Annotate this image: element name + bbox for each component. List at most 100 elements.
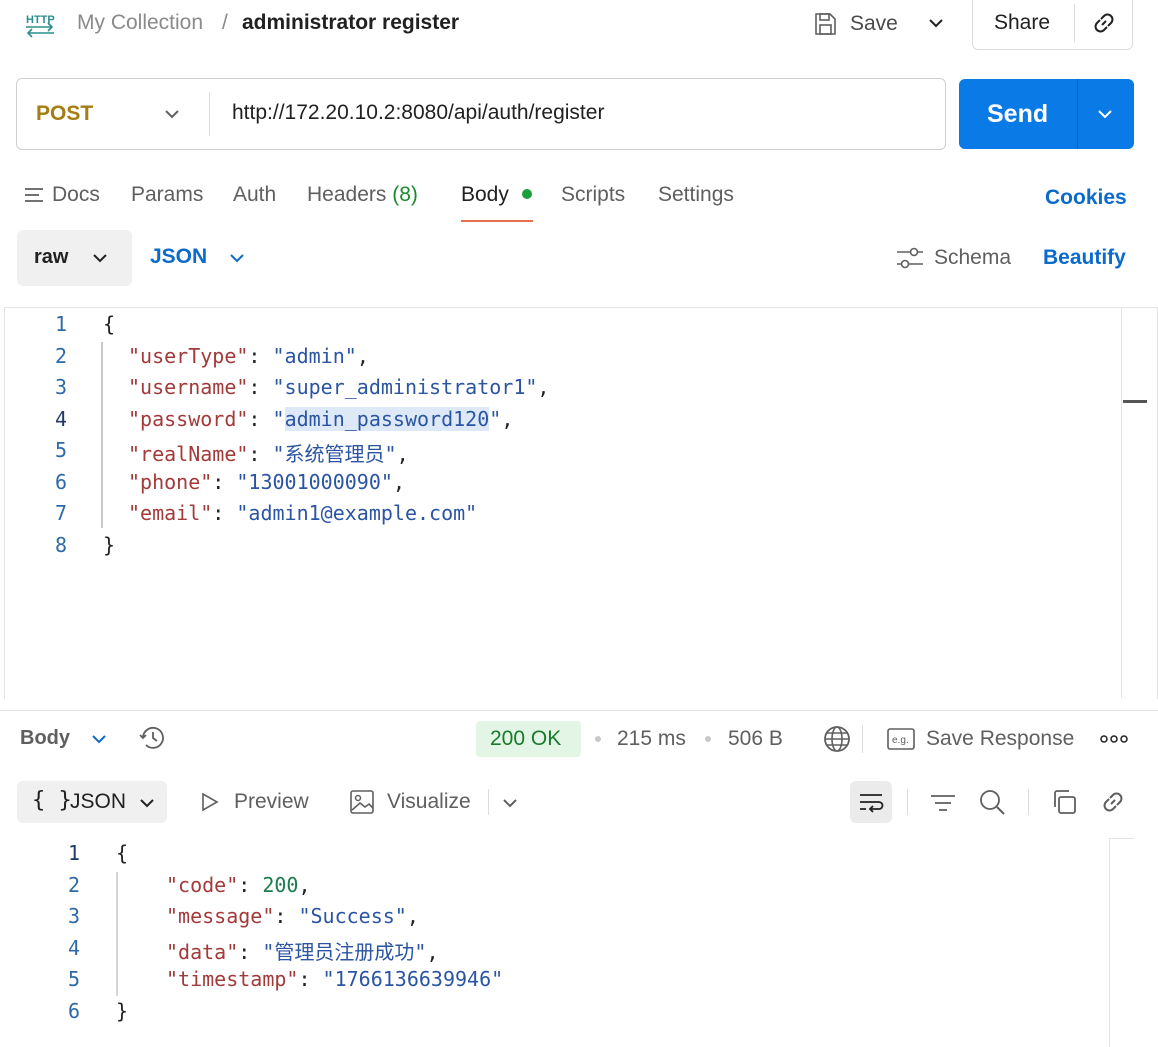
tab-headers[interactable]: Headers (8) — [307, 183, 418, 207]
line-number: 8 — [54, 533, 67, 557]
response-scrollbar[interactable] — [1109, 838, 1110, 1047]
json-comma: , — [501, 407, 514, 431]
share-button[interactable]: Share — [994, 11, 1050, 35]
chevron-down-icon[interactable] — [499, 792, 521, 814]
code-line: "phone": "13001000090", — [128, 470, 405, 494]
divider — [488, 789, 489, 815]
tab-docs[interactable]: Docs — [52, 183, 100, 207]
beautify-button[interactable]: Beautify — [1043, 246, 1126, 270]
json-key: "password" — [128, 407, 249, 431]
code-line: "realName": "系统管理员", — [128, 442, 409, 466]
method-select[interactable]: POST — [36, 102, 93, 126]
json-key: "code" — [166, 873, 239, 897]
divider — [1077, 79, 1078, 149]
json-key: "realName" — [128, 442, 249, 466]
tab-settings[interactable]: Settings — [658, 183, 734, 207]
body-mode-label: raw — [34, 246, 69, 268]
chevron-down-icon[interactable] — [161, 103, 183, 125]
svg-text:HTTP: HTTP — [26, 14, 55, 26]
code-brace: { — [116, 841, 129, 865]
code-line: "password": "admin_password120", — [128, 407, 514, 431]
divider — [862, 725, 863, 753]
json-comma: , — [392, 470, 405, 494]
tab-body[interactable]: Body — [461, 183, 509, 207]
search-icon[interactable] — [978, 788, 1006, 816]
json-value: "admin1@example.com" — [236, 501, 478, 525]
save-response-button[interactable]: Save Response — [926, 727, 1074, 751]
json-key: "data" — [166, 940, 239, 964]
copy-icon[interactable] — [1050, 788, 1078, 816]
json-quote: " — [272, 407, 285, 431]
schema-icon[interactable] — [895, 245, 925, 271]
response-size[interactable]: 506 B — [728, 727, 783, 751]
url-input[interactable]: http://172.20.10.2:8080/api/auth/registe… — [232, 101, 604, 125]
json-key: "email" — [128, 501, 213, 525]
selected-text: admin_password120 — [284, 407, 490, 431]
line-number: 5 — [54, 438, 67, 462]
code-line: "username": "super_administrator1", — [128, 375, 550, 399]
breadcrumb-collection[interactable]: My Collection — [77, 11, 203, 35]
body-language-select[interactable]: JSON — [150, 245, 207, 269]
line-number: 4 — [67, 936, 80, 960]
tab-headers-label: Headers — [307, 183, 387, 206]
active-tab-underline — [461, 220, 533, 222]
code-line: "email": "admin1@example.com" — [128, 501, 478, 525]
line-number: 5 — [67, 967, 80, 991]
code-brace: } — [103, 533, 116, 557]
docs-icon — [24, 186, 46, 206]
chevron-down-icon[interactable] — [226, 247, 248, 269]
json-value: "1766136639946" — [322, 967, 504, 991]
schema-button[interactable]: Schema — [934, 246, 1011, 270]
tab-scripts[interactable]: Scripts — [561, 183, 625, 207]
history-icon[interactable] — [137, 723, 167, 753]
response-section-select[interactable]: Body — [20, 727, 70, 750]
line-number: 4 — [54, 407, 67, 431]
json-value: "super_administrator1" — [272, 375, 538, 399]
svg-text:e.g.: e.g. — [892, 735, 909, 746]
line-number: 6 — [67, 999, 80, 1023]
save-button[interactable]: Save — [812, 6, 898, 42]
divider — [1074, 4, 1075, 42]
pane-divider[interactable] — [0, 710, 1158, 711]
globe-icon[interactable] — [822, 724, 852, 754]
tab-auth[interactable]: Auth — [233, 183, 276, 207]
json-key: "username" — [128, 375, 249, 399]
cookies-link[interactable]: Cookies — [1045, 186, 1127, 210]
send-label: Send — [987, 100, 1049, 128]
http-icon: HTTP — [24, 10, 56, 38]
scrollbar-edge — [1109, 838, 1134, 839]
code-line: "code": 200, — [166, 873, 311, 897]
json-value: "系统管理员" — [272, 442, 397, 466]
json-comma: , — [426, 940, 439, 964]
line-number: 2 — [54, 344, 67, 368]
json-value: "13001000090" — [236, 470, 393, 494]
json-comma: , — [396, 442, 409, 466]
link-icon[interactable] — [1099, 788, 1127, 816]
code-brace: { — [103, 312, 116, 336]
line-number: 3 — [54, 375, 67, 399]
indent-guide — [116, 872, 118, 996]
preview-button[interactable]: Preview — [234, 790, 309, 814]
response-time[interactable]: 215 ms — [617, 727, 686, 751]
indent-guide — [101, 342, 103, 528]
save-icon — [812, 11, 838, 37]
json-key: "message" — [166, 904, 275, 928]
code-line: "userType": "admin", — [128, 344, 369, 368]
json-comma: , — [537, 375, 550, 399]
line-number: 2 — [67, 873, 80, 897]
chevron-down-icon — [89, 247, 111, 269]
chevron-down-icon[interactable] — [1094, 103, 1116, 125]
chevron-down-icon[interactable] — [88, 728, 110, 750]
tab-params[interactable]: Params — [131, 183, 203, 207]
editor-scrollbar[interactable] — [1121, 308, 1122, 698]
filter-icon[interactable] — [929, 789, 957, 817]
line-number: 3 — [67, 904, 80, 928]
scrollbar-marker — [1123, 400, 1147, 403]
visualize-button[interactable]: Visualize — [387, 790, 471, 814]
link-icon[interactable] — [1090, 9, 1118, 37]
request-title[interactable]: administrator register — [242, 11, 459, 35]
json-quote: " — [489, 407, 502, 431]
more-icon[interactable] — [1100, 734, 1128, 744]
chevron-down-icon[interactable] — [925, 12, 947, 34]
status-label: 200 OK — [490, 727, 562, 750]
